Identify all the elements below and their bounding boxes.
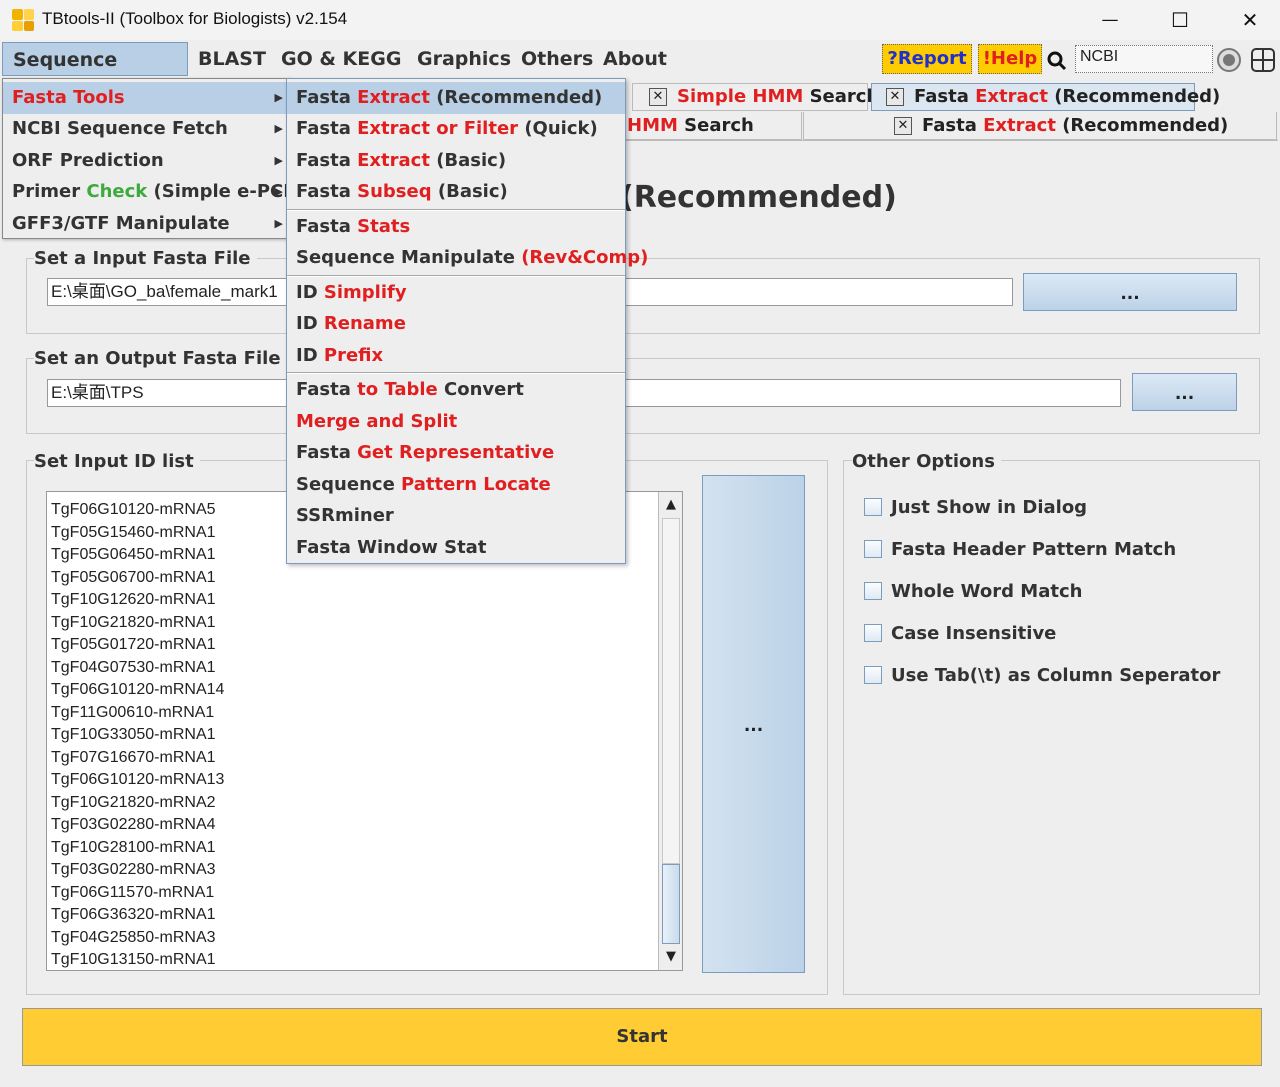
id-list-item: TgF10G21820-mRNA2 xyxy=(51,793,216,811)
id-list-item: TgF10G13150-mRNA1 xyxy=(51,951,216,968)
id-list-item: TgF10G33050-mRNA1 xyxy=(51,726,216,743)
scroll-down-icon[interactable]: ▼ xyxy=(662,947,680,967)
tab-close-icon[interactable]: ✕ xyxy=(894,117,912,135)
grid-icon[interactable] xyxy=(1250,47,1276,73)
app-logo-icon xyxy=(12,9,34,31)
window-title: TBtools-II (Toolbox for Biologists) v2.1… xyxy=(42,9,348,28)
output-browse-button[interactable]: ... xyxy=(1132,373,1237,411)
id-list-item: TgF10G21820-mRNA1 xyxy=(51,613,216,631)
id-list-item: TgF06G10120-mRNA14 xyxy=(51,681,225,698)
scroll-thumb[interactable] xyxy=(662,864,680,944)
output-file-label: Set an Output Fasta File xyxy=(34,348,287,369)
menu-item-sequence-pattern-locate[interactable]: Sequence Pattern Locate xyxy=(287,469,625,501)
input-browse-button[interactable]: ... xyxy=(1023,273,1237,311)
menu-item-fasta-stats[interactable]: Fasta Stats xyxy=(287,211,625,243)
radio-icon[interactable] xyxy=(1216,47,1242,73)
menu-about[interactable]: About xyxy=(593,42,677,76)
submenu-arrow-icon: ▶ xyxy=(274,185,283,198)
id-list-scrollbar[interactable]: ▲ ▼ xyxy=(658,492,682,970)
menu-item-fasta-tools[interactable]: Fasta Tools ▶ xyxy=(3,82,289,114)
menu-graphics[interactable]: Graphics xyxy=(407,42,521,76)
checkbox[interactable] xyxy=(864,666,882,684)
minimize-button[interactable]: — xyxy=(1080,0,1140,40)
fasta-tools-submenu: Fasta Extract (Recommended) Fasta Extrac… xyxy=(286,78,648,564)
option-just-show-in-dialog[interactable]: Just Show in Dialog xyxy=(864,494,1087,520)
search-input[interactable]: NCBI xyxy=(1075,45,1213,73)
menu-item-fasta-to-table[interactable]: Fasta to Table Convert xyxy=(287,374,625,406)
submenu-arrow-icon: ▶ xyxy=(274,154,283,167)
submenu-arrow-icon: ▶ xyxy=(274,217,283,230)
menu-item-fasta-extract-or-filter[interactable]: Fasta Extract or Filter (Quick) xyxy=(287,113,625,145)
page-title: (Recommended) xyxy=(620,180,897,215)
submenu-arrow-icon: ▶ xyxy=(274,91,283,104)
id-list-item: TgF05G06700-mRNA1 xyxy=(51,568,216,586)
id-list-item: TgF04G07530-mRNA1 xyxy=(51,658,216,676)
start-button[interactable]: Start xyxy=(22,1008,1262,1066)
menu-blast[interactable]: BLAST xyxy=(188,42,276,76)
id-list-item: TgF06G10120-mRNA13 xyxy=(51,771,225,788)
id-list-browse-button[interactable]: ... xyxy=(702,475,805,973)
search-icon[interactable] xyxy=(1046,50,1068,72)
menu-item-id-simplify[interactable]: ID Simplify xyxy=(287,277,625,309)
menu-item-id-rename[interactable]: ID Rename xyxy=(287,308,625,340)
menu-others[interactable]: Others xyxy=(511,42,603,76)
submenu-arrow-icon: ▶ xyxy=(274,122,283,135)
menu-sequence-toolkit[interactable]: Sequence Toolkit xyxy=(2,42,188,105)
checkbox[interactable] xyxy=(864,582,882,600)
option-case-insensitive[interactable]: Case Insensitive xyxy=(864,620,1056,646)
checkbox[interactable] xyxy=(864,624,882,642)
other-options-label: Other Options xyxy=(852,451,1001,472)
option-tab-column-separator[interactable]: Use Tab(\t) as Column Seperator xyxy=(864,662,1220,688)
id-list-item: TgF04G25850-mRNA3 xyxy=(51,928,216,946)
menu-go-kegg[interactable]: GO & KEGG xyxy=(271,42,411,76)
menu-item-ncbi-sequence-fetch[interactable]: NCBI Sequence Fetch ▶ xyxy=(3,113,289,145)
menu-item-merge-and-split[interactable]: Merge and Split xyxy=(287,406,625,438)
menu-item-fasta-extract-recommended[interactable]: Fasta Extract (Recommended) xyxy=(287,82,625,114)
id-list-item: TgF11G00610-mRNA1 xyxy=(51,703,215,721)
menu-bar: Sequence Toolkit BLAST GO & KEGG Graphic… xyxy=(0,42,1280,105)
menu-item-sequence-manipulate[interactable]: Sequence Manipulate (Rev&Comp) xyxy=(287,242,648,274)
id-list-item: TgF05G01720-mRNA1 xyxy=(51,636,216,653)
close-icon: ✕ xyxy=(1241,8,1259,32)
menu-item-fasta-window-stat[interactable]: Fasta Window Stat xyxy=(287,532,625,564)
id-list-item: TgF03G02280-mRNA4 xyxy=(51,816,216,833)
tab-close-icon[interactable]: ✕ xyxy=(649,88,667,106)
maximize-icon: ☐ xyxy=(1171,8,1189,32)
menu-item-ssrminer[interactable]: SSRminer xyxy=(287,500,625,532)
close-button[interactable]: ✕ xyxy=(1220,0,1280,40)
input-file-label: Set a Input Fasta File xyxy=(34,248,257,269)
menu-item-primer-check[interactable]: Primer Check (Simple e-PCR) ▶ xyxy=(3,176,305,208)
id-list-item: TgF10G12620-mRNA1 xyxy=(51,591,216,608)
menu-item-gff3-gtf-manipulate[interactable]: GFF3/GTF Manipulate ▶ xyxy=(3,208,289,240)
menu-item-fasta-subseq[interactable]: Fasta Subseq (Basic) xyxy=(287,176,625,208)
id-list-item: TgF06G36320-mRNA1 xyxy=(51,906,216,923)
id-list-item: TgF06G11570-mRNA1 xyxy=(51,883,215,901)
menu-item-fasta-extract-basic[interactable]: Fasta Extract (Basic) xyxy=(287,145,625,177)
report-button[interactable]: ?Report xyxy=(882,44,972,74)
tab-simple-hmm-search[interactable]: ✕ Simple HMM Search xyxy=(632,83,879,111)
menu-item-orf-prediction[interactable]: ORF Prediction ▶ xyxy=(3,145,289,177)
tab-hmm-search[interactable]: HMM Search xyxy=(620,112,802,140)
maximize-button[interactable]: ☐ xyxy=(1150,0,1210,40)
option-fasta-header-pattern-match[interactable]: Fasta Header Pattern Match xyxy=(864,536,1176,562)
id-list-label: Set Input ID list xyxy=(34,451,200,472)
tab-fasta-extract[interactable]: ✕ Fasta Extract (Recommended) xyxy=(871,83,1220,111)
id-list-item: TgF10G28100-mRNA1 xyxy=(51,838,216,856)
minimize-icon: — xyxy=(1101,10,1119,30)
checkbox[interactable] xyxy=(864,498,882,516)
scroll-up-icon[interactable]: ▲ xyxy=(662,495,680,515)
checkbox[interactable] xyxy=(864,540,882,558)
title-bar: TBtools-II (Toolbox for Biologists) v2.1… xyxy=(0,0,1280,40)
menu-item-id-prefix[interactable]: ID Prefix xyxy=(287,340,625,372)
help-button[interactable]: !Help xyxy=(978,44,1042,74)
tab-close-icon[interactable]: ✕ xyxy=(886,88,904,106)
id-list-item: TgF07G16670-mRNA1 xyxy=(51,748,216,766)
tab-fasta-extract-active[interactable]: ✕ Fasta Extract (Recommended) xyxy=(803,112,1277,140)
menu-item-fasta-get-representative[interactable]: Fasta Get Representative xyxy=(287,437,625,469)
id-list-item: TgF03G02280-mRNA3 xyxy=(51,861,216,878)
option-whole-word-match[interactable]: Whole Word Match xyxy=(864,578,1082,604)
sequence-toolkit-menu: Fasta Tools ▶ NCBI Sequence Fetch ▶ ORF … xyxy=(2,78,305,240)
